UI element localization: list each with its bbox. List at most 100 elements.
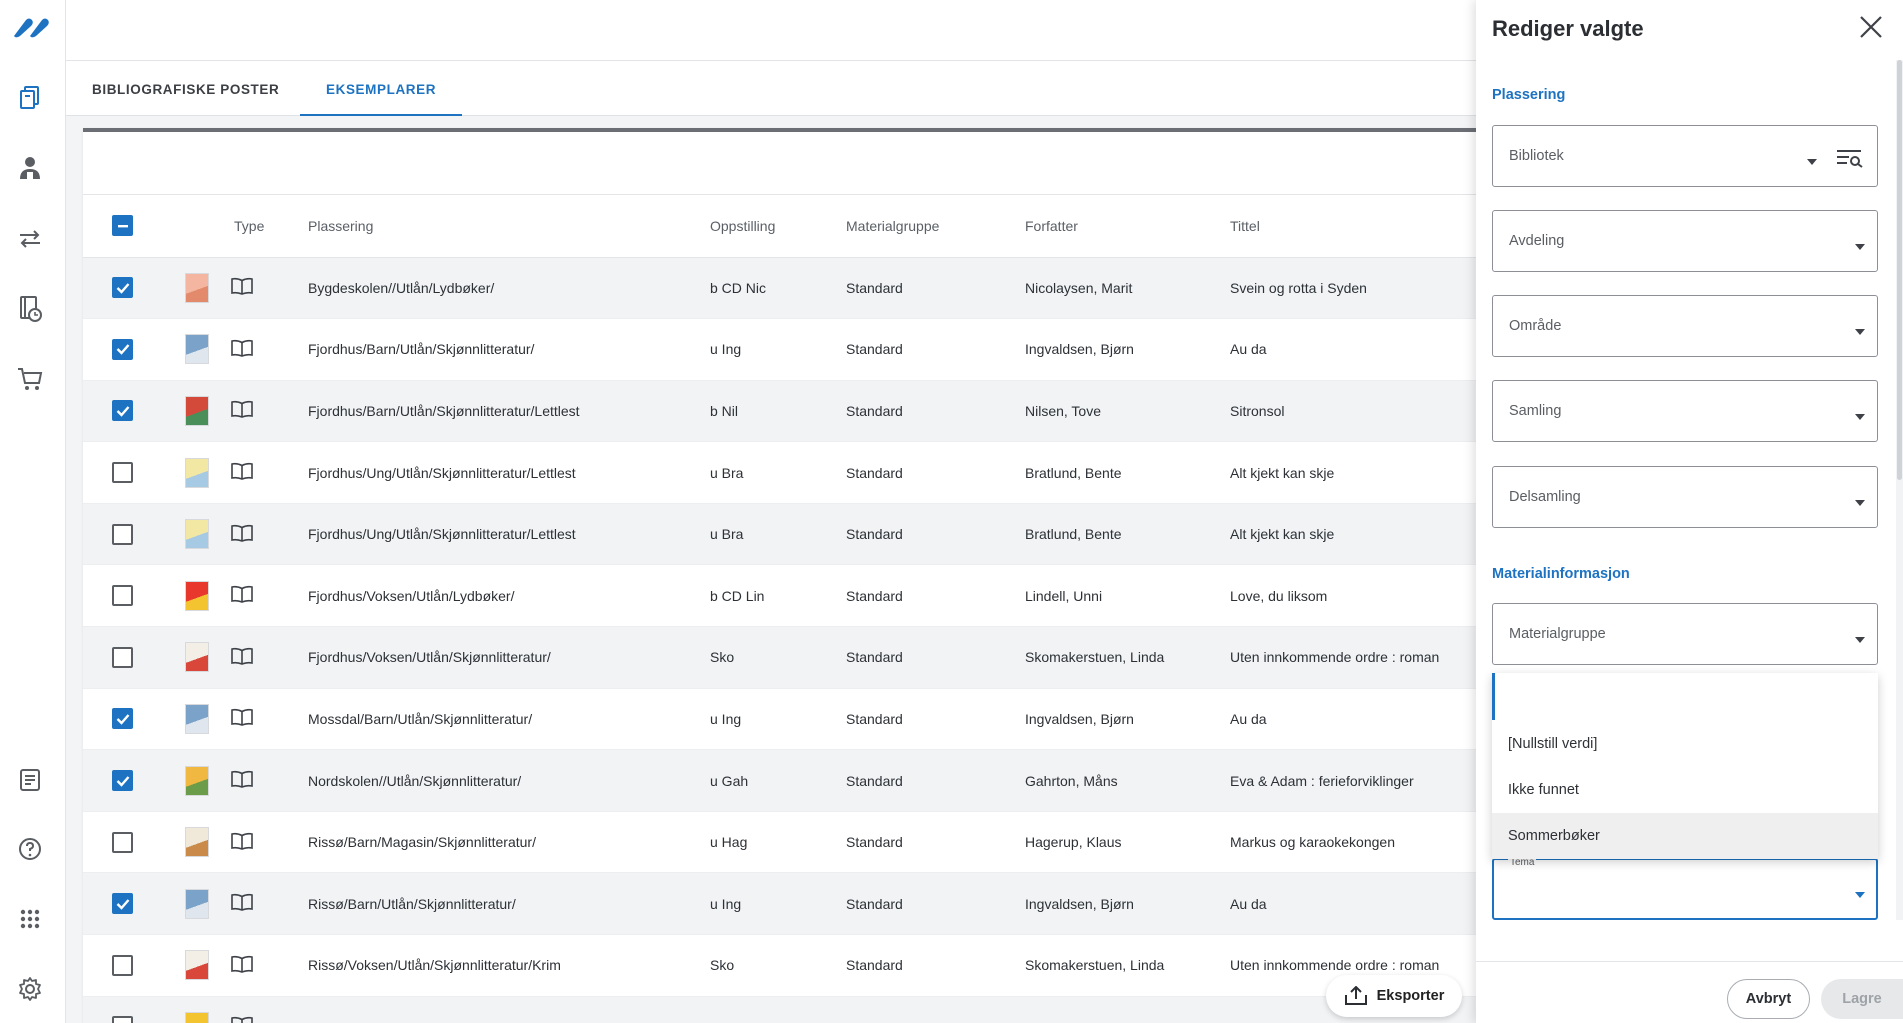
table-row[interactable]: Rissø/Barn/Magasin/Skjønnlitteratur/u Ha… bbox=[83, 811, 1483, 874]
cell-materialgruppe: Standard bbox=[846, 626, 1025, 689]
delsamling-select[interactable]: Delsamling bbox=[1492, 466, 1878, 528]
transfer-icon[interactable] bbox=[15, 224, 45, 254]
cell-materialgruppe: Standard bbox=[846, 934, 1025, 997]
table-row[interactable]: Fjordhus/Voksen/Utlån/Skjønnlitteratur/S… bbox=[83, 626, 1483, 689]
cell-plassering: Fjordhus/Ung/Utlån/Skjønnlitteratur/Lett… bbox=[308, 503, 710, 566]
column-header-type[interactable]: Type bbox=[223, 195, 308, 258]
row-select-checkbox[interactable] bbox=[112, 831, 133, 853]
row-select-checkbox[interactable] bbox=[112, 400, 133, 422]
tab-eksemplarer[interactable]: EKSEMPLARER bbox=[300, 61, 463, 116]
due-icon[interactable] bbox=[15, 294, 45, 324]
avdeling-select[interactable]: Avdeling bbox=[1492, 210, 1878, 272]
cell-plassering: Fjordhus/Ung/Utlån/Skjønnlitteratur/Lett… bbox=[308, 441, 710, 504]
dropdown-option-ikke-funnet[interactable]: Ikke funnet bbox=[1492, 767, 1878, 813]
cell-forfatter: Skomakerstuen, Linda bbox=[1025, 934, 1230, 997]
cancel-button[interactable]: Avbryt bbox=[1727, 979, 1810, 1019]
cell-forfatter bbox=[1025, 996, 1230, 1023]
row-select-checkbox[interactable] bbox=[112, 338, 133, 360]
cell-materialgruppe: Standard bbox=[846, 811, 1025, 874]
cell-oppstilling: b Nil bbox=[710, 380, 846, 443]
column-header-oppstilling[interactable]: Oppstilling bbox=[710, 195, 846, 258]
dropdown-option-sommerboker[interactable]: Sommerbøker bbox=[1492, 813, 1878, 859]
row-select-checkbox[interactable] bbox=[112, 277, 133, 299]
row-select-checkbox[interactable] bbox=[112, 523, 133, 545]
materialgruppe-select[interactable]: Materialgruppe bbox=[1492, 603, 1878, 665]
export-icon bbox=[1344, 986, 1367, 1005]
row-select-checkbox[interactable] bbox=[112, 954, 133, 976]
cover-thumbnail[interactable] bbox=[185, 395, 209, 426]
panel-scrollbar-thumb[interactable] bbox=[1897, 60, 1902, 480]
row-select-checkbox[interactable] bbox=[112, 646, 133, 668]
table-row[interactable]: Nordskolen//Utlån/Skjønnlitteratur/u Gah… bbox=[83, 749, 1483, 812]
help-icon[interactable] bbox=[15, 834, 45, 864]
column-header-tittel[interactable]: Tittel bbox=[1230, 195, 1483, 258]
books-icon[interactable] bbox=[15, 82, 45, 112]
book-icon bbox=[231, 708, 253, 729]
dropdown-blank-option[interactable] bbox=[1492, 673, 1878, 720]
table-row[interactable]: Rissø/Barn/Utlån/Skjønnlitteratur/u Ing S… bbox=[83, 872, 1483, 936]
book-icon bbox=[231, 647, 253, 668]
table-row[interactable]: Bygdeskolen//Utlån/Lydbøker/b CD Nic Stan… bbox=[83, 257, 1483, 320]
filter-search-icon[interactable] bbox=[1835, 148, 1865, 168]
dropdown-option-nullstill[interactable]: [Nullstill verdi] bbox=[1492, 721, 1878, 767]
cover-thumbnail[interactable] bbox=[185, 765, 209, 796]
book-icon bbox=[231, 462, 253, 483]
cover-thumbnail[interactable] bbox=[185, 950, 209, 981]
save-button[interactable]: Lagre bbox=[1821, 979, 1903, 1019]
apps-icon[interactable] bbox=[15, 904, 45, 934]
row-select-checkbox[interactable] bbox=[112, 1016, 133, 1023]
cover-thumbnail[interactable] bbox=[185, 1011, 209, 1023]
patron-icon[interactable] bbox=[15, 153, 45, 183]
row-select-checkbox[interactable] bbox=[112, 585, 133, 607]
column-header-materialgruppe[interactable]: Materialgruppe bbox=[846, 195, 1025, 258]
cover-thumbnail[interactable] bbox=[185, 519, 209, 550]
table-row[interactable] bbox=[83, 996, 1483, 1023]
cover-thumbnail[interactable] bbox=[185, 457, 209, 488]
cover-thumbnail[interactable] bbox=[185, 703, 209, 734]
cell-materialgruppe: Standard bbox=[846, 380, 1025, 443]
column-header-plassering[interactable]: Plassering bbox=[308, 195, 710, 258]
cell-forfatter: Skomakerstuen, Linda bbox=[1025, 626, 1230, 689]
cell-plassering: Fjordhus/Voksen/Utlån/Lydbøker/ bbox=[308, 564, 710, 628]
tema-label: Tema bbox=[1508, 857, 1537, 868]
table-row[interactable]: Fjordhus/Voksen/Utlån/Lydbøker/b CD Lin S… bbox=[83, 564, 1483, 628]
select-all-checkbox[interactable] bbox=[112, 215, 133, 237]
table-row[interactable]: Fjordhus/Barn/Utlån/Skjønnlitteratur/u I… bbox=[83, 318, 1483, 381]
column-header-forfatter[interactable]: Forfatter bbox=[1025, 195, 1230, 258]
samling-select[interactable]: Samling bbox=[1492, 380, 1878, 442]
cell-plassering: Bygdeskolen//Utlån/Lydbøker/ bbox=[308, 257, 710, 320]
cover-thumbnail[interactable] bbox=[185, 642, 209, 673]
export-button[interactable]: Eksporter bbox=[1326, 975, 1462, 1017]
row-select-checkbox[interactable] bbox=[112, 708, 133, 730]
close-icon[interactable] bbox=[1856, 12, 1886, 42]
cover-thumbnail[interactable] bbox=[185, 888, 209, 919]
table-row[interactable]: Fjordhus/Ung/Utlån/Skjønnlitteratur/Lett… bbox=[83, 441, 1483, 504]
table-row[interactable]: Rissø/Voksen/Utlån/Skjønnlitteratur/Krim… bbox=[83, 934, 1483, 997]
cell-forfatter: Hagerup, Klaus bbox=[1025, 811, 1230, 874]
report-icon[interactable] bbox=[15, 765, 45, 795]
cell-oppstilling: u Bra bbox=[710, 503, 846, 566]
row-select-checkbox[interactable] bbox=[112, 893, 133, 915]
tab-bibliografiske-poster[interactable]: BIBLIOGRAFISKE POSTER bbox=[66, 61, 305, 116]
table-row[interactable]: Fjordhus/Ung/Utlån/Skjønnlitteratur/Lett… bbox=[83, 503, 1483, 566]
table-row[interactable]: Mossdal/Barn/Utlån/Skjønnlitteratur/u In… bbox=[83, 688, 1483, 751]
row-select-checkbox[interactable] bbox=[112, 462, 133, 484]
logo-icon[interactable] bbox=[12, 16, 52, 38]
omrade-select[interactable]: Område bbox=[1492, 295, 1878, 357]
cover-thumbnail[interactable] bbox=[185, 334, 209, 365]
cell-forfatter: Gahrton, Måns bbox=[1025, 749, 1230, 812]
bibliotek-select[interactable]: Bibliotek bbox=[1492, 125, 1878, 187]
cover-thumbnail[interactable] bbox=[185, 580, 209, 611]
cell-plassering: Nordskolen//Utlån/Skjønnlitteratur/ bbox=[308, 749, 710, 812]
settings-icon[interactable] bbox=[15, 974, 45, 1004]
cart-icon[interactable] bbox=[15, 364, 45, 394]
cover-thumbnail[interactable] bbox=[185, 272, 209, 303]
cover-thumbnail[interactable] bbox=[185, 827, 209, 858]
cell-tittel: Eva & Adam : ferieforviklinger bbox=[1230, 749, 1483, 812]
row-select-checkbox[interactable] bbox=[112, 770, 133, 792]
tema-select[interactable]: Tema bbox=[1492, 858, 1878, 920]
cell-materialgruppe: Standard bbox=[846, 257, 1025, 320]
cell-tittel: Alt kjekt kan skje bbox=[1230, 441, 1483, 504]
table-row[interactable]: Fjordhus/Barn/Utlån/Skjønnlitteratur/Let… bbox=[83, 380, 1483, 443]
cell-materialgruppe: Standard bbox=[846, 749, 1025, 812]
